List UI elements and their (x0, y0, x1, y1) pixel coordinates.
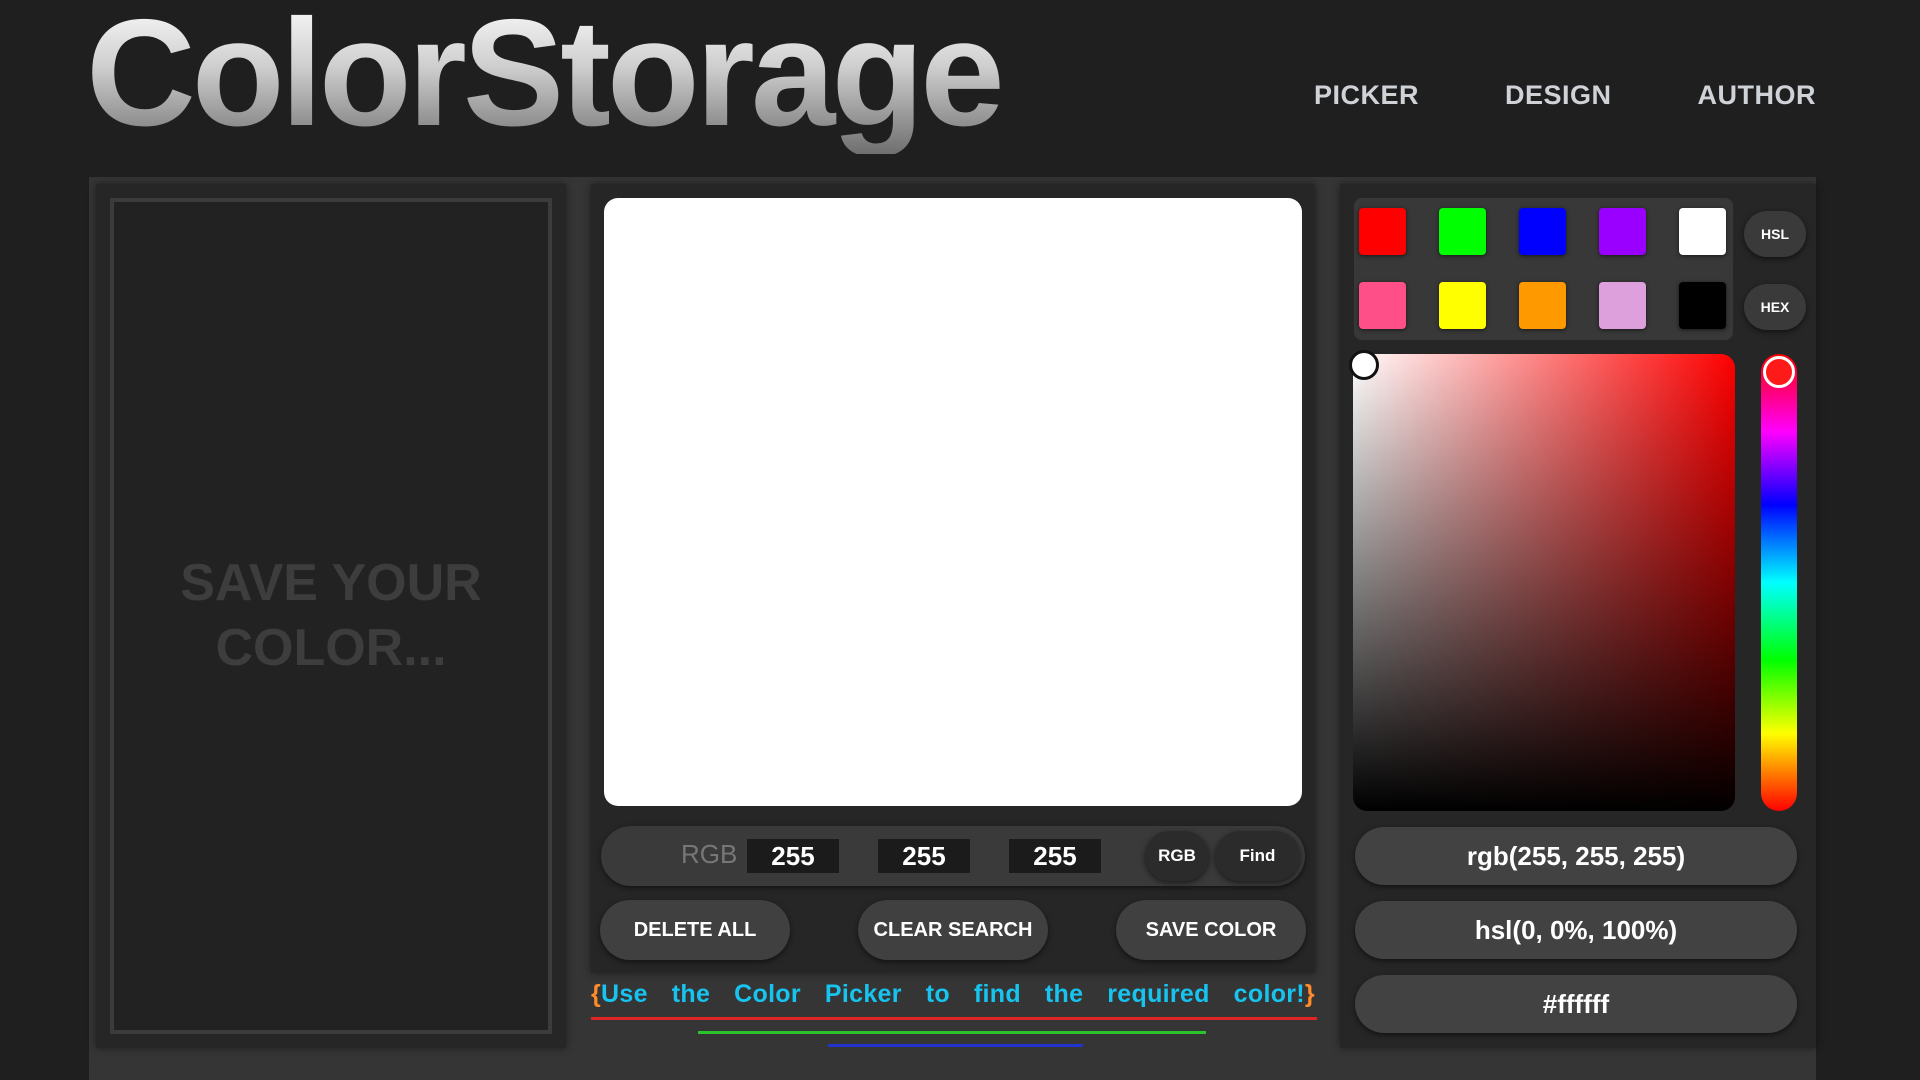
main-nav: PICKER DESIGN AUTHOR (1314, 80, 1816, 111)
saved-colors-panel: SAVE YOUR COLOR... (96, 184, 566, 1048)
save-color-button[interactable]: SAVE COLOR (1116, 900, 1306, 960)
saturation-value-area[interactable] (1349, 350, 1735, 811)
delete-all-button[interactable]: DELETE ALL (600, 900, 790, 960)
hint-word: the (1044, 980, 1084, 1008)
swatch-black[interactable] (1679, 282, 1726, 329)
swatch-green[interactable] (1439, 208, 1486, 255)
rgb-label: RGB (681, 839, 738, 869)
red-input[interactable] (747, 839, 839, 873)
swatch-pink[interactable] (1359, 282, 1406, 329)
hint-word: Color (734, 980, 801, 1008)
underline-blue (828, 1044, 1083, 1047)
hex-mode-button[interactable]: HEX (1744, 284, 1806, 330)
nav-design[interactable]: DESIGN (1505, 80, 1612, 111)
swatch-plum[interactable] (1599, 282, 1646, 329)
hsl-mode-button[interactable]: HSL (1744, 211, 1806, 257)
blue-input[interactable] (1009, 839, 1101, 873)
swatch-red[interactable] (1359, 208, 1406, 255)
hex-readout[interactable]: #ffffff (1355, 975, 1797, 1033)
hue-slider[interactable] (1761, 354, 1797, 811)
underline-green (698, 1031, 1206, 1034)
swatch-orange[interactable] (1519, 282, 1566, 329)
hint-word: color!} (1233, 980, 1315, 1008)
hint-text: {Use the Color Picker to find the requir… (591, 980, 1315, 1009)
saved-colors-list[interactable]: SAVE YOUR COLOR... (110, 198, 552, 1034)
nav-author[interactable]: AUTHOR (1698, 80, 1817, 111)
green-input[interactable] (878, 839, 970, 873)
color-preview (604, 198, 1302, 806)
swatch-yellow[interactable] (1439, 282, 1486, 329)
sv-handle[interactable] (1349, 350, 1379, 380)
underline-red (591, 1017, 1317, 1020)
hint-word: to (925, 980, 950, 1008)
hint-word: {Use (591, 980, 648, 1008)
saved-placeholder: SAVE YOUR COLOR... (180, 554, 482, 677)
preset-swatches (1354, 198, 1733, 340)
swatch-white[interactable] (1679, 208, 1726, 255)
hint-word: the (671, 980, 711, 1008)
clear-search-button[interactable]: CLEAR SEARCH (858, 900, 1048, 960)
rgb-mode-button[interactable]: RGB (1145, 831, 1209, 881)
rgb-readout[interactable]: rgb(255, 255, 255) (1355, 827, 1797, 885)
logo: ColorStorage (86, 0, 1005, 154)
hint-word: required (1107, 980, 1210, 1008)
picker-panel: HSL HEX rgb(255, 255, 255) hsl(0, 0%, 10… (1340, 184, 1816, 1048)
hint-word: find (973, 980, 1021, 1008)
swatch-blue[interactable] (1519, 208, 1566, 255)
hue-handle[interactable] (1763, 356, 1795, 388)
nav-picker[interactable]: PICKER (1314, 80, 1419, 111)
hint-brace-open: { (591, 980, 602, 1008)
hint-brace-close: } (1304, 980, 1315, 1008)
rgb-input-bar: RGB RGB Find (601, 826, 1305, 886)
preview-panel: RGB RGB Find DELETE ALL CLEAR SEARCH SAV… (591, 184, 1315, 973)
hint-word: Picker (824, 980, 902, 1008)
hsl-readout[interactable]: hsl(0, 0%, 100%) (1355, 901, 1797, 959)
find-button[interactable]: Find (1215, 831, 1300, 881)
swatch-purple[interactable] (1599, 208, 1646, 255)
